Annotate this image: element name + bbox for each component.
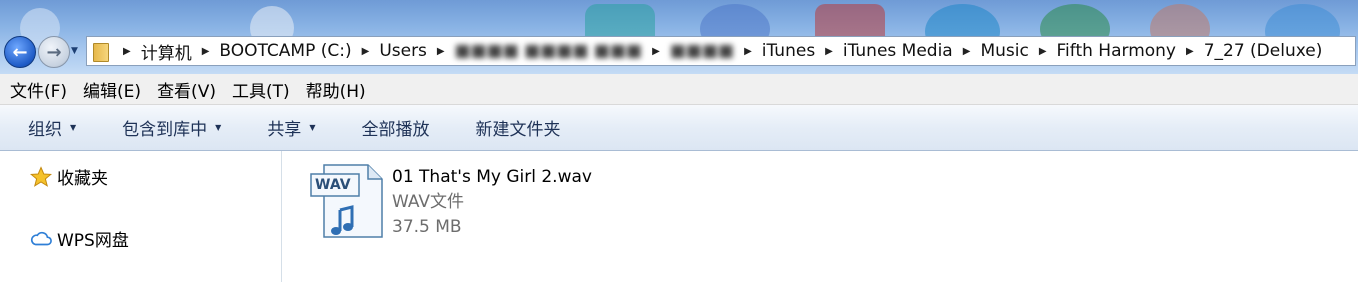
address-bar[interactable]: ▶ 计算机 ▶ BOOTCAMP (C:) ▶ Users ▶ ■■■■ ■■■■ ■■… [86,36,1356,66]
nav-item-wps[interactable]: WPS网盘 [30,226,129,251]
breadcrumb-itunes[interactable]: ▶ iTunes [734,41,815,61]
play-all-button[interactable]: 全部播放 [361,115,429,140]
menu-edit[interactable]: 编辑(E) [75,77,149,102]
breadcrumb-music[interactable]: ▶ Music [953,41,1029,61]
navigation-pane: 收藏夹 WPS网盘 [0,151,282,282]
file-list: WAV 01 That's My Girl 2.wav WAV文件 37.5 M… [282,151,1358,282]
breadcrumb-label[interactable]: iTunes [762,41,815,61]
menu-bar: 文件(F) 编辑(E) 查看(V) 工具(T) 帮助(H) [0,74,1358,105]
file-badge: WAV [315,177,351,193]
file-size: 37.5 MB [392,217,462,237]
breadcrumb-separator-icon[interactable]: ▶ [825,46,833,57]
breadcrumb-separator-icon[interactable]: ▶ [123,46,131,57]
share-button[interactable]: 共享 ▼ [267,115,315,140]
breadcrumb-label[interactable]: BOOTCAMP (C:) [219,41,351,61]
breadcrumb-label[interactable]: Fifth Harmony [1057,41,1176,61]
breadcrumb-separator-icon[interactable]: ▶ [1039,46,1047,57]
breadcrumb-label[interactable]: Users [379,41,427,61]
chevron-down-icon: ▼ [309,123,316,132]
command-bar: 组织 ▼ 包含到库中 ▼ 共享 ▼ 全部播放 新建文件夹 [0,105,1358,151]
window-titlebar: ← → ▼ ▶ 计算机 ▶ BOOTCAMP (C:) ▶ Users ▶ ■■■■ ■… [0,0,1358,74]
nav-item-favorites[interactable]: 收藏夹 [30,164,108,189]
organize-button[interactable]: 组织 ▼ [28,115,76,140]
breadcrumb-separator-icon[interactable]: ▶ [202,46,210,57]
menu-view[interactable]: 查看(V) [149,77,224,102]
breadcrumb-computer[interactable]: ▶ 计算机 [113,39,192,64]
chevron-down-icon: ▼ [215,123,222,132]
breadcrumb-itunes-media[interactable]: ▶ iTunes Media [815,41,953,61]
breadcrumb-label[interactable]: 7_27 (Deluxe) [1204,41,1323,61]
include-library-label: 包含到库中 [122,120,208,140]
back-arrow-icon[interactable]: ← [4,36,36,68]
organize-label: 组织 [28,120,62,140]
share-label: 共享 [267,120,302,140]
breadcrumb-label[interactable]: Music [980,41,1028,61]
breadcrumb-separator-icon[interactable]: ▶ [437,46,445,57]
file-details: 01 That's My Girl 2.wav WAV文件 37.5 MB [392,163,592,240]
breadcrumb-album[interactable]: ▶ 7_27 (Deluxe) [1176,41,1322,61]
wav-file-icon: WAV [310,163,384,239]
folder-icon [93,41,109,62]
breadcrumb-separator-icon[interactable]: ▶ [362,46,370,57]
breadcrumb-separator-icon[interactable]: ▶ [1186,46,1194,57]
menu-file[interactable]: 文件(F) [0,77,75,102]
breadcrumb-users[interactable]: ▶ Users [352,41,427,61]
star-icon [30,165,52,188]
breadcrumb-fifth-harmony[interactable]: ▶ Fifth Harmony [1029,41,1176,61]
breadcrumb-label[interactable]: 计算机 [141,39,192,64]
file-type: WAV文件 [392,192,465,212]
forward-arrow-icon[interactable]: → [38,36,70,68]
new-folder-button[interactable]: 新建文件夹 [475,115,560,140]
breadcrumb-separator-icon[interactable]: ▶ [744,46,752,57]
breadcrumb-label[interactable]: iTunes Media [843,41,953,61]
breadcrumb-label[interactable]: ■■■■ ■■■■ ■■■ [455,41,643,61]
nav-item-label: 收藏夹 [57,169,108,189]
breadcrumb-separator-icon[interactable]: ▶ [963,46,971,57]
chevron-down-icon: ▼ [70,123,77,132]
cloud-icon [30,228,52,250]
include-in-library-button[interactable]: 包含到库中 ▼ [122,115,221,140]
file-name[interactable]: 01 That's My Girl 2.wav [392,165,592,190]
file-item[interactable]: WAV 01 That's My Girl 2.wav WAV文件 37.5 M… [310,163,592,240]
nav-item-label: WPS网盘 [57,231,129,251]
breadcrumb-separator-icon[interactable]: ▶ [652,46,660,57]
breadcrumb-music-folder[interactable]: ▶ ■■■■ [642,41,734,61]
menu-help[interactable]: 帮助(H) [298,77,374,102]
breadcrumb-label[interactable]: ■■■■ [670,41,734,61]
menu-tools[interactable]: 工具(T) [224,77,298,102]
recent-pages-dropdown-icon[interactable]: ▼ [71,46,78,56]
breadcrumb-user-folder[interactable]: ▶ ■■■■ ■■■■ ■■■ [427,41,642,61]
breadcrumb-bootcamp[interactable]: ▶ BOOTCAMP (C:) [192,41,352,61]
